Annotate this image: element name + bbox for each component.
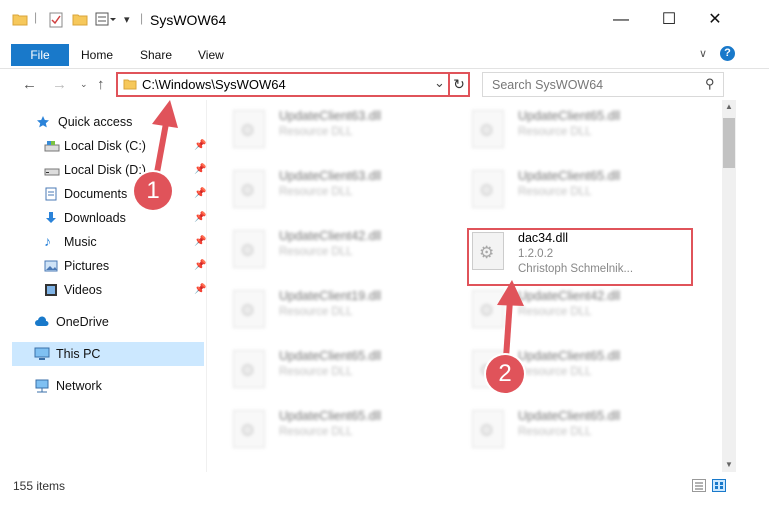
annotation-arrows (152, 100, 524, 359)
status-bar (0, 476, 769, 496)
details-view-icon[interactable] (692, 479, 706, 492)
arrow-2-head (497, 280, 524, 306)
step-2-badge: 2 (486, 355, 524, 393)
step-1-badge: 1 (134, 172, 172, 210)
bottom-margin (0, 500, 769, 528)
item-count: 155 items (13, 479, 66, 493)
arrow-2-shaft (503, 299, 513, 359)
tiles-view-icon[interactable] (712, 479, 726, 492)
arrow-1-head (152, 100, 178, 128)
arrow-1-shaft (153, 117, 170, 179)
